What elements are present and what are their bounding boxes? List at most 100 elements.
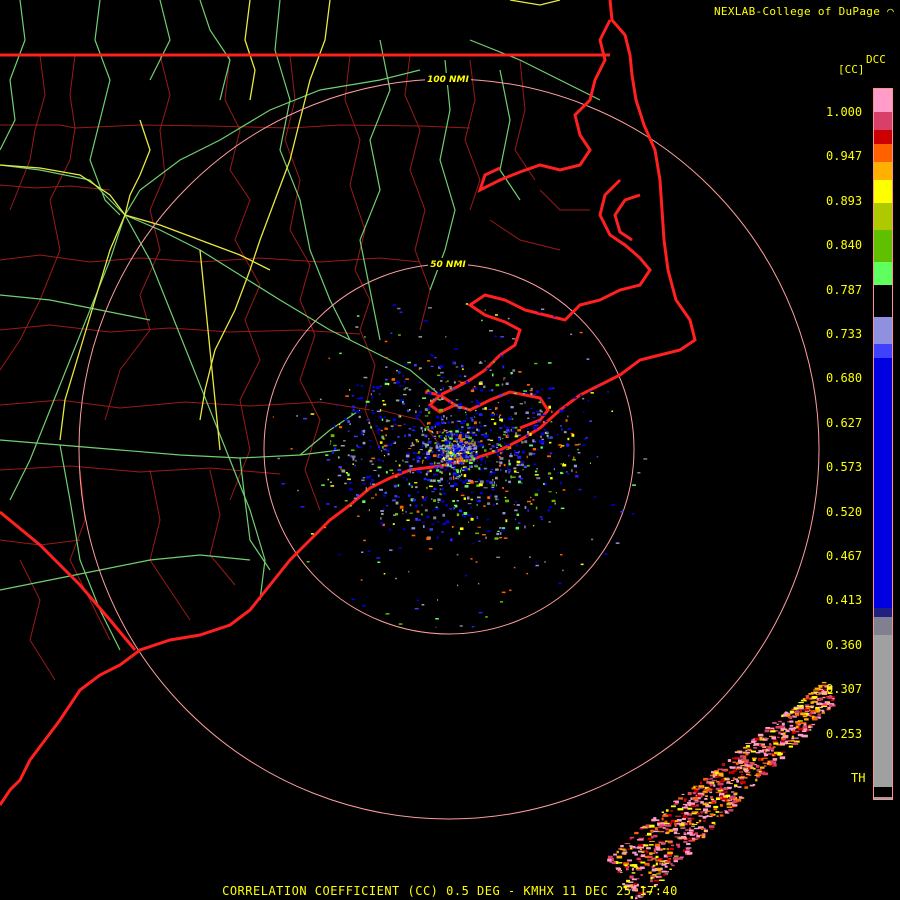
echo-pixel — [387, 453, 390, 456]
storm-pixel — [648, 871, 652, 874]
storm-pixel — [750, 750, 756, 753]
echo-pixel — [470, 389, 475, 393]
storm-pixel — [769, 744, 772, 746]
storm-pixel — [811, 692, 814, 695]
echo-pixel — [517, 434, 521, 436]
echo-pixel — [383, 455, 385, 457]
storm-pixel — [655, 855, 659, 859]
echo-pixel — [637, 472, 641, 474]
echo-pixel — [540, 435, 542, 438]
echo-pixel — [355, 494, 359, 497]
storm-pixel — [653, 879, 660, 882]
echo-pixel — [377, 561, 381, 563]
storm-pixel — [664, 871, 669, 873]
radar-map[interactable]: 100 NMI 50 NMI — [0, 0, 900, 900]
storm-pixel — [748, 762, 755, 764]
echo-pixel — [470, 558, 473, 560]
echo-pixel — [351, 598, 356, 600]
color-band — [874, 635, 892, 799]
storm-pixel — [684, 798, 687, 801]
echo-pixel — [441, 431, 444, 434]
echo-pixel — [400, 399, 404, 402]
echo-pixel — [541, 438, 544, 441]
echo-pixel — [435, 626, 437, 629]
color-band — [874, 129, 892, 144]
echo-pixel — [484, 407, 487, 410]
echo-pixel — [450, 415, 452, 417]
echo-pixel — [357, 446, 360, 448]
echo-pixel — [427, 440, 432, 444]
echo-pixel — [500, 532, 502, 535]
echo-pixel — [416, 599, 420, 602]
echo-pixel — [277, 457, 280, 460]
storm-pixel — [804, 704, 810, 706]
echo-pixel — [396, 496, 400, 498]
echo-pixel — [530, 496, 532, 499]
storm-pixel — [710, 777, 713, 780]
echo-pixel — [395, 460, 397, 462]
echo-pixel — [435, 401, 439, 403]
echo-pixel — [448, 402, 452, 404]
storm-pixel — [656, 847, 661, 851]
echo-pixel — [559, 446, 562, 448]
echo-pixel — [494, 335, 498, 338]
echo-pixel — [459, 462, 463, 465]
echo-pixel — [505, 499, 509, 503]
echo-pixel — [424, 444, 428, 446]
echo-pixel — [486, 518, 489, 521]
echo-pixel — [463, 515, 466, 518]
echo-pixel — [529, 433, 532, 436]
storm-pixel — [713, 805, 719, 809]
storm-pixel — [640, 861, 646, 864]
storm-pixel — [758, 750, 765, 753]
storm-pixel — [810, 710, 817, 712]
storm-pixel — [669, 822, 673, 825]
echo-pixel — [465, 455, 469, 459]
scale-tick-label: TH — [851, 771, 866, 785]
echo-pixel — [526, 384, 530, 386]
echo-pixel — [579, 331, 583, 334]
storm-pixel — [647, 837, 652, 840]
storm-pixel — [674, 820, 678, 822]
storm-pixel — [607, 855, 613, 859]
echo-pixel — [333, 424, 336, 428]
storm-pixel — [763, 752, 767, 755]
scale-tick-label: 0.573 — [826, 460, 863, 475]
echo-pixel — [368, 440, 372, 442]
echo-pixel — [622, 509, 624, 512]
echo-pixel — [402, 374, 405, 377]
echo-pixel — [480, 457, 484, 460]
storm-pixel — [794, 706, 798, 708]
echo-pixel — [452, 435, 455, 437]
storm-pixel — [743, 746, 748, 749]
echo-pixel — [465, 451, 470, 454]
storm-pixel — [663, 873, 667, 876]
storm-pixel — [817, 713, 821, 716]
storm-pixel — [772, 754, 775, 757]
echo-pixel — [360, 579, 363, 581]
echo-pixel — [492, 361, 495, 363]
storm-pixel — [703, 830, 707, 832]
storm-pixel — [725, 794, 731, 798]
echo-pixel — [452, 456, 454, 458]
storm-pixel — [632, 851, 637, 854]
echo-pixel — [460, 381, 464, 384]
echo-pixel — [415, 417, 419, 420]
storm-pixel — [683, 800, 687, 802]
echo-pixel — [480, 440, 483, 443]
echo-pixel — [448, 445, 452, 447]
storm-pixel — [704, 811, 708, 813]
echo-pixel — [424, 434, 428, 438]
storm-pixel — [803, 709, 810, 711]
storm-pixel — [700, 811, 704, 813]
storm-pixel — [727, 799, 733, 801]
storm-pixel — [664, 840, 668, 843]
storm-pixel — [755, 765, 760, 768]
echo-pixel — [405, 378, 409, 380]
storm-pixel — [616, 850, 619, 854]
echo-pixel — [406, 519, 410, 521]
storm-pixel — [801, 734, 805, 736]
storm-pixel — [656, 873, 661, 875]
echo-pixel — [395, 577, 397, 580]
storm-pixel — [753, 743, 759, 746]
